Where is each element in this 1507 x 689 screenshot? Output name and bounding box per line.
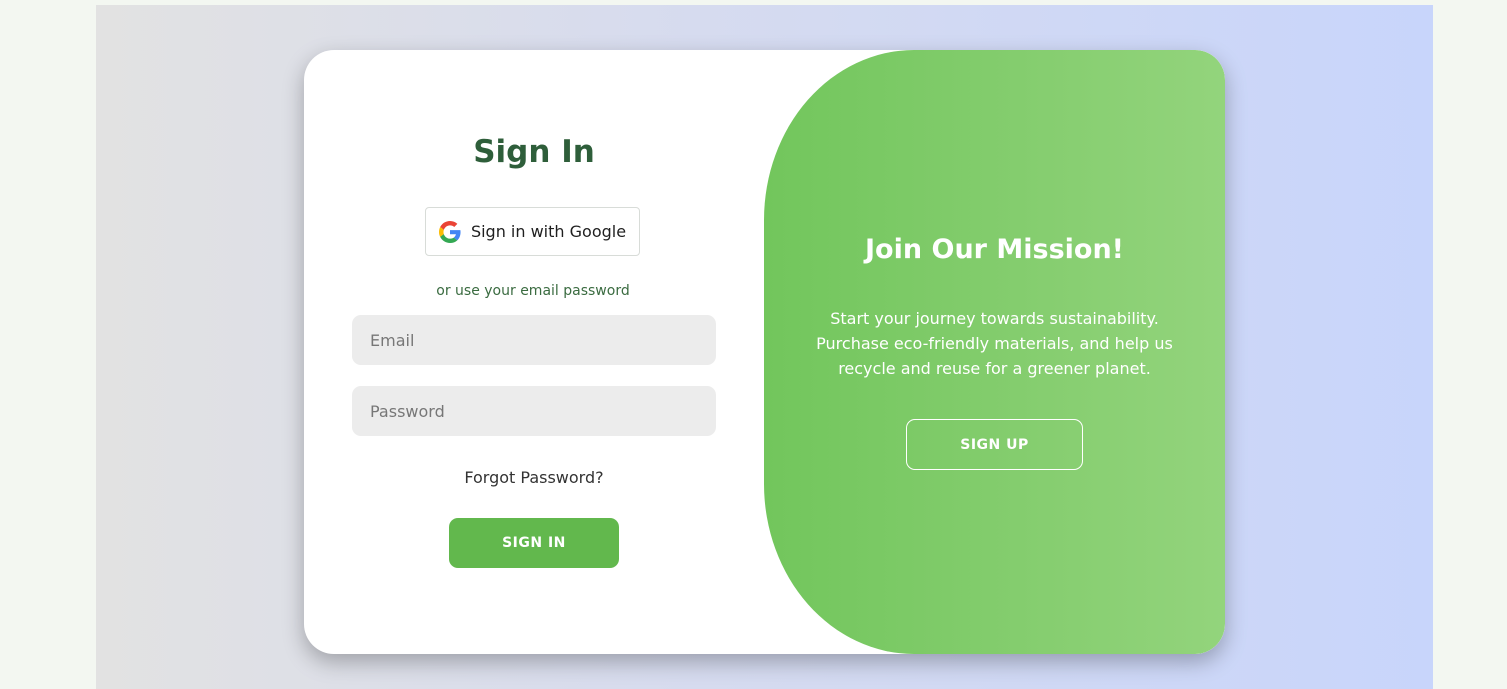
google-button-label: Sign in with Google (470, 222, 627, 241)
google-g-icon (438, 220, 461, 243)
alt-signin-text: or use your email password (436, 283, 630, 299)
auth-card: Sign In Sign in with Google or use your … (304, 50, 1225, 654)
sign-in-button[interactable]: SIGN IN (449, 518, 619, 568)
mission-title: Join Our Mission! (865, 234, 1124, 265)
mission-description: Start your journey towards sustainabilit… (784, 306, 1205, 381)
sign-in-title: Sign In (473, 134, 595, 170)
mission-line-1: Start your journey towards sustainabilit… (830, 309, 1159, 328)
forgot-password-link[interactable]: Forgot Password? (304, 468, 764, 487)
mission-line-3: recycle and reuse for a greener planet. (838, 359, 1151, 378)
page: Sign In Sign in with Google or use your … (0, 0, 1507, 689)
email-input[interactable] (352, 315, 716, 365)
mission-line-2: Purchase eco-friendly materials, and hel… (816, 334, 1173, 353)
google-sign-in-button[interactable]: Sign in with Google (425, 207, 640, 256)
sign-up-button[interactable]: SIGN UP (906, 419, 1083, 470)
join-mission-panel: Join Our Mission! Start your journey tow… (764, 50, 1225, 654)
sign-in-panel: Sign In Sign in with Google or use your … (304, 50, 764, 654)
password-input[interactable] (352, 386, 716, 436)
